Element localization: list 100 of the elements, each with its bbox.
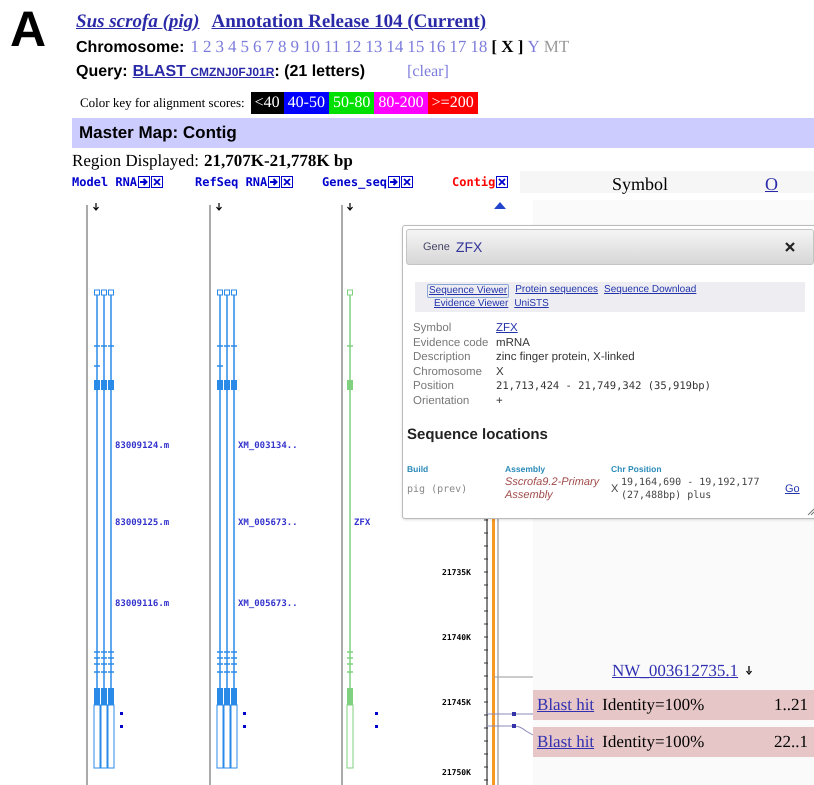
track-header[interactable]: Contig — [452, 173, 496, 191]
chromosome-link[interactable]: 2 — [202, 34, 212, 60]
section-heading: Sequence locations — [407, 425, 549, 445]
blast-hit-link[interactable]: Blast hit — [537, 692, 594, 718]
chromosome-link[interactable]: 6 — [252, 34, 262, 60]
master-map-bar: Master Map: Contig — [72, 118, 814, 148]
chromosome-link[interactable]: 16 — [428, 34, 446, 60]
detail-label: Description — [413, 350, 472, 364]
query-label: Query: — [76, 62, 128, 82]
chromosome-link[interactable]: 4 — [228, 34, 236, 60]
resize-handle-icon[interactable] — [806, 507, 814, 516]
dots-icon — [120, 712, 123, 728]
blast-hit-connector — [486, 724, 534, 736]
gene-label[interactable]: 83009116.m — [115, 600, 170, 609]
chromosome-link[interactable]: 9 — [290, 34, 299, 60]
symbol-column-header: Symbol — [612, 173, 668, 196]
hit-range: 1..21 — [774, 694, 808, 716]
dots-icon — [375, 712, 378, 728]
detail-label: Orientation — [413, 394, 470, 408]
chromosome-link[interactable]: 10 — [302, 34, 320, 60]
blast-hit-connector — [486, 712, 534, 716]
query-length: : (21 letters) — [274, 62, 366, 82]
contig-link[interactable]: NW_003612735.1 — [612, 658, 738, 684]
arrow-right-icon[interactable] — [138, 176, 150, 188]
chromosome-link[interactable]: 14 — [386, 34, 404, 60]
detail-link[interactable]: ZFX — [496, 321, 518, 336]
detail-value: 21,713,424 - 21,749,342 (35,919bp) — [496, 379, 711, 394]
color-key-label: Color key for alignment scores: — [80, 94, 245, 112]
blast-hit-link[interactable]: Blast hit — [537, 729, 594, 755]
table-cell-text: pig (prev) — [407, 482, 468, 496]
table-header: Build — [407, 464, 430, 473]
chromosome-link[interactable]: 13 — [365, 34, 382, 60]
column-header-link[interactable]: O — [765, 171, 778, 198]
down-arrow-icon — [346, 202, 354, 211]
table-header: Chr Position — [611, 464, 663, 473]
region-label: Region Displayed: — [72, 150, 200, 172]
color-key-swatch: <40 — [250, 92, 284, 114]
chromosome-link[interactable]: 18 — [470, 34, 488, 60]
close-icon[interactable] — [281, 176, 294, 188]
popup-link[interactable]: Protein sequences — [515, 284, 598, 298]
table-header: Assembly — [505, 464, 546, 473]
arrow-right-icon[interactable] — [268, 176, 280, 188]
gene-label[interactable]: 83009124.m — [115, 442, 170, 451]
popup-link[interactable]: Sequence Download — [604, 284, 696, 298]
color-key-swatch: 80-200 — [374, 92, 428, 114]
chromosome-link[interactable]: 12 — [344, 34, 362, 60]
close-icon[interactable] — [401, 176, 414, 188]
region-value: 21,707K-21,778K bp — [204, 150, 353, 172]
chromosome-link[interactable]: 17 — [449, 34, 466, 60]
dots-icon — [243, 712, 246, 728]
track-header[interactable]: Genes_seq — [322, 173, 388, 191]
blast-link[interactable]: BLAST CMZNJ0FJ01R — [132, 60, 274, 84]
chromosome-link[interactable]: 11 — [324, 34, 340, 60]
clear-link[interactable]: [clear] — [407, 60, 449, 84]
close-icon[interactable] — [151, 176, 164, 188]
chromosome-link[interactable]: 8 — [278, 34, 286, 60]
popup-link[interactable]: Sequence Viewer — [427, 284, 510, 298]
popup-link[interactable]: UniSTS — [514, 298, 549, 310]
popup-title: ZFX — [456, 238, 482, 256]
gene-label[interactable]: XM_003134.. — [238, 442, 298, 451]
chromosome-link[interactable]: Y — [527, 34, 540, 60]
chromosome-link[interactable]: 1 — [190, 34, 199, 60]
color-key-swatch: 50-80 — [329, 92, 374, 114]
chromosome-link[interactable]: 5 — [240, 34, 249, 60]
detail-label: Evidence code — [413, 336, 490, 350]
color-key-swatch: >=200 — [428, 92, 478, 114]
chromosome-link[interactable]: 3 — [215, 34, 224, 60]
close-icon[interactable] — [785, 242, 795, 252]
detail-label: Position — [413, 379, 455, 394]
gene-label[interactable]: XM_005673.. — [238, 519, 298, 528]
close-icon[interactable] — [496, 176, 508, 188]
table-cell-text: X — [611, 482, 620, 497]
chromosome-link[interactable]: 7 — [265, 34, 274, 60]
gene-label[interactable]: 83009125.m — [115, 519, 170, 528]
down-arrow-icon — [92, 202, 100, 211]
ruler-tick-label: 21740K — [442, 634, 471, 642]
table-cell-text: Sscrofa9.2-Primary Assembly — [505, 476, 600, 502]
go-link[interactable]: Go — [785, 480, 800, 498]
species-link[interactable]: Sus scrofa (pig) — [76, 8, 200, 34]
track-header[interactable]: RefSeq RNA — [195, 173, 268, 191]
detail-label: Symbol — [413, 321, 452, 336]
detail-value: zinc finger protein, X-linked — [496, 350, 635, 364]
detail-value: X — [496, 364, 504, 379]
popup-type-label: Gene — [423, 240, 450, 255]
detail-label: Chromosome — [413, 364, 484, 379]
table-cell-text: 19,164,690 - 19,192,177 (27,488bp) plus — [621, 476, 760, 502]
chromosome-link[interactable]: 15 — [407, 34, 424, 60]
identity-text: Identity=100% — [602, 731, 704, 754]
ruler-tick-label: 21750K — [442, 769, 471, 777]
ruler-tick-label: 21735K — [442, 569, 471, 577]
down-arrow-icon — [746, 666, 752, 676]
color-key-swatch: 40-50 — [284, 92, 329, 114]
release-link[interactable]: Annotation Release 104 (Current) — [212, 8, 486, 34]
detail-value: + — [496, 394, 503, 408]
popup-link[interactable]: Evidence Viewer — [434, 298, 508, 310]
track-header[interactable]: Model RNA — [72, 173, 138, 191]
chromosome-link[interactable]: [ X ] — [491, 34, 524, 60]
gene-label[interactable]: XM_005673.. — [238, 600, 298, 609]
arrow-right-icon[interactable] — [388, 176, 400, 188]
gene-label[interactable]: ZFX — [354, 519, 370, 528]
